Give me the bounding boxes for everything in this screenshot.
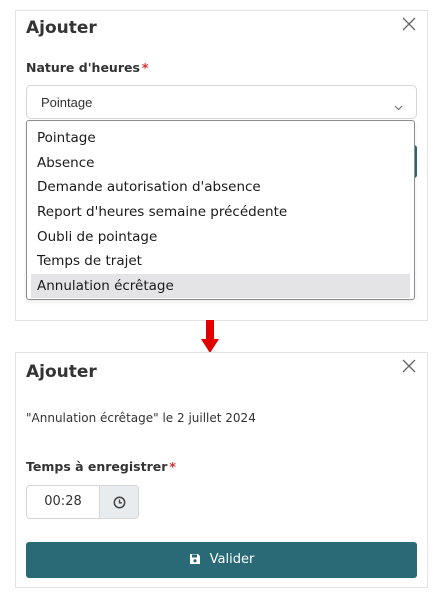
save-icon (189, 554, 200, 564)
field-label-nature: Nature d'heures * (26, 60, 148, 75)
time-picker-button[interactable] (99, 486, 138, 518)
dropdown-option[interactable]: Report d'heures semaine précédente (31, 200, 410, 224)
nature-dropdown-list: Pointage Absence Demande autorisation d'… (26, 120, 415, 300)
field-label-text: Temps à enregistrer (26, 459, 168, 474)
dropdown-option[interactable]: Pointage (31, 126, 410, 150)
dialog-title: Ajouter (26, 362, 97, 382)
arrow-down-icon (201, 320, 219, 354)
dialog-title: Ajouter (26, 18, 97, 38)
close-icon[interactable] (401, 16, 417, 32)
chevron-down-icon (394, 99, 403, 114)
add-dialog-select-step: Ajouter Nature d'heures * Pointage Pointa… (15, 10, 428, 321)
dropdown-option[interactable]: Oubli de pointage (31, 225, 410, 249)
required-mark: * (141, 60, 149, 75)
validate-button-label: Valider (209, 552, 255, 567)
validate-button[interactable]: Valider (26, 542, 417, 578)
dropdown-option[interactable]: Temps de trajet (31, 249, 410, 273)
dropdown-option-highlighted[interactable]: Annulation écrêtage (31, 274, 410, 298)
clock-icon (113, 496, 126, 509)
required-mark: * (169, 459, 176, 474)
add-dialog-time-step: Ajouter "Annulation écrêtage" le 2 juill… (15, 352, 428, 588)
close-icon[interactable] (401, 358, 417, 374)
nature-select[interactable]: Pointage (26, 85, 417, 119)
selection-summary: "Annulation écrêtage" le 2 juillet 2024 (26, 411, 256, 425)
time-input[interactable]: 00:28 (27, 486, 99, 518)
dropdown-option[interactable]: Demande autorisation d'absence (31, 175, 410, 199)
field-label-time: Temps à enregistrer * (26, 459, 176, 474)
field-label-text: Nature d'heures (26, 60, 140, 75)
select-value: Pointage (41, 95, 93, 110)
dropdown-option[interactable]: Absence (31, 151, 410, 175)
time-input-group: 00:28 (26, 485, 139, 519)
